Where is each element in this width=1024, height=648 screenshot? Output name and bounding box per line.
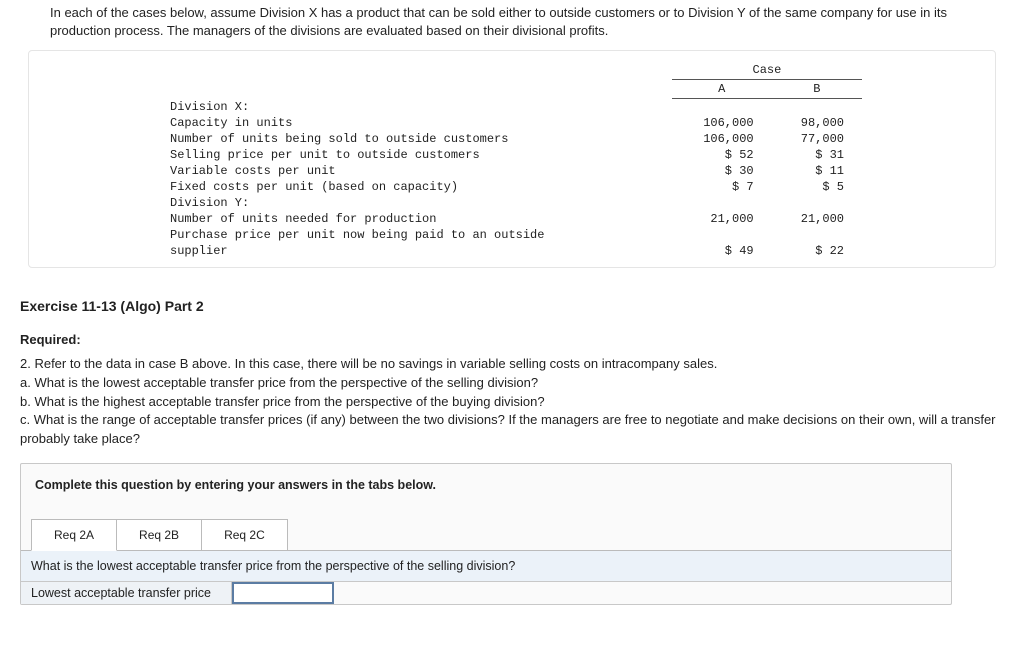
required-label: Required: xyxy=(20,332,1004,347)
tab-req-2c[interactable]: Req 2C xyxy=(201,519,288,551)
units-needed-label: Number of units needed for production xyxy=(162,211,672,227)
selling-price-b: $ 31 xyxy=(772,147,862,163)
case-header: Case xyxy=(672,61,862,80)
lowest-price-label: Lowest acceptable transfer price xyxy=(21,582,232,604)
col-a-header: A xyxy=(672,80,772,99)
tab-bar: Req 2A Req 2B Req 2C xyxy=(21,518,951,550)
tab-req-2b[interactable]: Req 2B xyxy=(116,519,202,551)
fixed-cost-label: Fixed costs per unit (based on capacity) xyxy=(162,179,672,195)
answer-region: Complete this question by entering your … xyxy=(20,463,952,605)
capacity-label: Capacity in units xyxy=(162,115,672,131)
complete-instruction: Complete this question by entering your … xyxy=(21,464,951,518)
tab-content-2a: What is the lowest acceptable transfer p… xyxy=(21,550,951,604)
capacity-a: 106,000 xyxy=(672,115,772,131)
division-y-label: Division Y: xyxy=(162,195,672,211)
sold-a: 106,000 xyxy=(672,131,772,147)
purchase-price-b: $ 22 xyxy=(772,243,862,259)
fixed-cost-b: $ 5 xyxy=(772,179,862,195)
tab-req-2a[interactable]: Req 2A xyxy=(31,519,117,551)
tab-2a-prompt: What is the lowest acceptable transfer p… xyxy=(21,551,951,582)
units-needed-b: 21,000 xyxy=(772,211,862,227)
intro-text: In each of the cases below, assume Divis… xyxy=(20,0,1004,50)
col-b-header: B xyxy=(772,80,862,99)
purchase-price-label-2: supplier xyxy=(162,243,672,259)
purchase-price-a: $ 49 xyxy=(672,243,772,259)
required-text: 2. Refer to the data in case B above. In… xyxy=(20,355,1004,449)
case-table: Case A B Division X: Capacity in units10… xyxy=(162,61,862,259)
lowest-price-input[interactable] xyxy=(232,582,334,604)
selling-price-label: Selling price per unit to outside custom… xyxy=(162,147,672,163)
units-needed-a: 21,000 xyxy=(672,211,772,227)
variable-cost-a: $ 30 xyxy=(672,163,772,179)
variable-cost-b: $ 11 xyxy=(772,163,862,179)
case-data-box: Case A B Division X: Capacity in units10… xyxy=(28,50,996,268)
division-x-label: Division X: xyxy=(162,99,672,115)
capacity-b: 98,000 xyxy=(772,115,862,131)
exercise-title: Exercise 11-13 (Algo) Part 2 xyxy=(20,298,1004,314)
variable-cost-label: Variable costs per unit xyxy=(162,163,672,179)
purchase-price-label-1: Purchase price per unit now being paid t… xyxy=(162,227,672,243)
selling-price-a: $ 52 xyxy=(672,147,772,163)
fixed-cost-a: $ 7 xyxy=(672,179,772,195)
sold-label: Number of units being sold to outside cu… xyxy=(162,131,672,147)
sold-b: 77,000 xyxy=(772,131,862,147)
